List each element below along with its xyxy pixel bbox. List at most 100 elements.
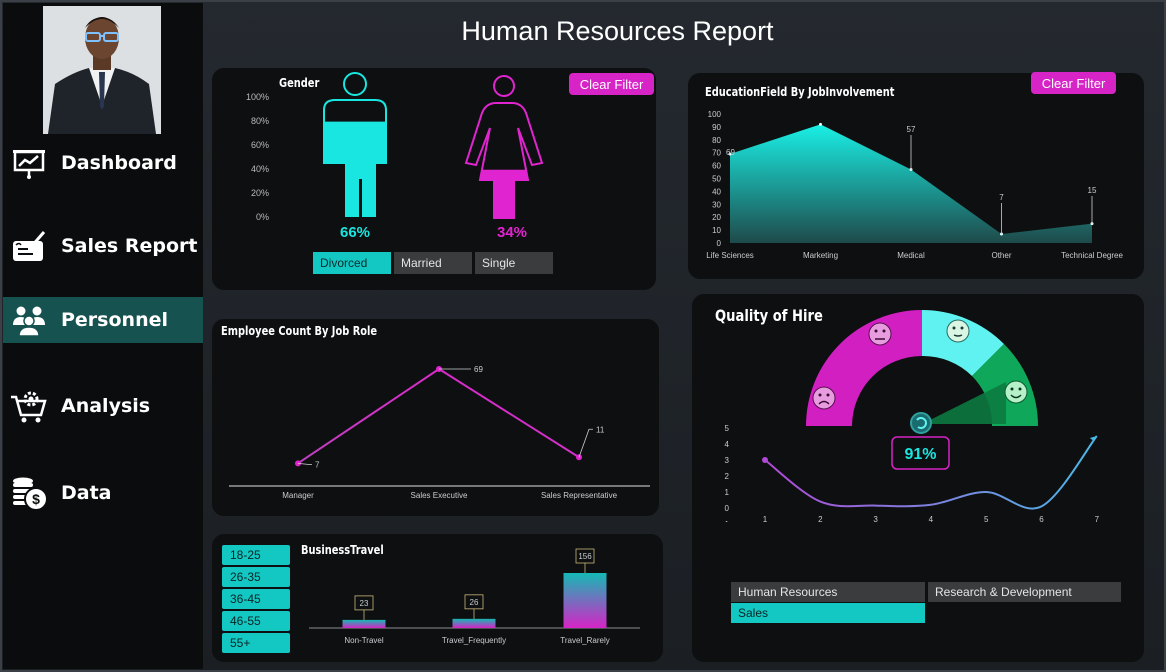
sidebar-item-label: Dashboard [61,152,177,174]
x-tick: Technical Degree [1061,251,1123,260]
sidebar: Dashboard Sales Report Personnel Analysi… [3,3,203,669]
data-point [762,457,768,463]
slight-smile-face-icon [946,319,970,343]
contract-sign-icon [9,226,49,266]
male-figure-icon [323,72,387,217]
gauge-needle [922,382,1006,424]
y-tick: 5 [725,424,730,433]
x-tick: Non-Travel [344,636,383,645]
jobrole-line-chart: 7 Manager 69 Sales Executive 11 Sales Represe… [229,365,650,500]
people-group-icon [9,300,49,340]
data-label: 57 [907,125,916,134]
happy-face-icon [1004,380,1028,404]
data-label: 26 [470,598,479,607]
y-tick: 2 [725,472,730,481]
y-tick: 30 [712,200,721,209]
data-label: 11 [596,425,605,434]
y-tick: 0% [256,212,269,222]
sidebar-item-sales-report[interactable]: Sales Report [3,223,203,269]
y-tick: -1 [722,520,730,522]
y-tick: 0 [717,239,722,248]
male-percent: 66% [340,224,370,241]
y-tick: 20 [712,213,721,222]
jobrole-card: Employee Count By Job Role 7 Manager 69 Sal… [212,319,659,516]
y-tick: 0 [725,504,730,513]
y-tick: 20% [251,188,269,198]
x-tick: 2 [818,515,823,522]
x-tick: 3 [873,515,878,522]
quality-line [764,435,1098,510]
chart-board-icon [9,143,49,183]
x-tick: Travel_Frequently [442,636,506,645]
y-tick: 4 [725,440,730,449]
data-label: 7 [999,193,1004,202]
data-label: 156 [578,552,592,561]
education-area-chart: 0 10 20 30 40 50 60 70 80 90 100 69 Life Sciences Mar… [706,110,1123,260]
x-tick: Manager [282,491,314,500]
female-figure-icon [464,75,544,219]
bar [563,573,607,628]
dept-filter-sales[interactable]: Sales [731,603,925,623]
y-tick: 60 [712,162,721,171]
age-filter-26-35[interactable]: 26-35 [222,567,290,587]
x-tick: 4 [929,515,934,522]
female-percent: 34% [497,224,527,241]
y-tick: 40 [712,187,721,196]
y-tick: 80% [251,116,269,126]
age-filter-46-55[interactable]: 46-55 [222,611,290,631]
age-filter-18-25[interactable]: 18-25 [222,545,290,565]
gender-y-axis: 100% 80% 60% 40% 20% 0% [246,92,269,222]
data-label-leader [578,428,593,458]
sidebar-item-data[interactable]: $ Data [3,470,203,516]
coins-dollar-icon: $ [9,473,49,513]
sidebar-item-label: Personnel [61,309,168,331]
bar [452,618,496,628]
data-label: 69 [726,148,735,157]
sidebar-item-personnel[interactable]: Personnel [3,297,203,343]
dept-filter-human-resources[interactable]: Human Resources [731,582,925,602]
female-fill-bar [466,169,542,218]
quality-line-chart: 5 4 3 2 1 0 -1 1 2 3 4 5 6 7 [722,424,1100,522]
sad-face-icon [812,386,836,410]
svg-text:$: $ [32,491,40,507]
dept-filter-research-development[interactable]: Research & Development [928,582,1121,602]
y-tick: 70 [712,149,721,158]
bar [342,619,386,628]
y-tick: 10 [712,226,721,235]
x-tick: Life Sciences [706,251,754,260]
gender-card: Gender Clear Filter 100% 80% 60% 40% 20%… [212,68,656,290]
cart-gear-icon [9,386,49,426]
x-tick: 1 [763,515,768,522]
sidebar-item-analysis[interactable]: Analysis [3,383,203,429]
jobrole-line [297,367,580,465]
data-label: 7 [315,460,320,469]
education-card: EducationField By JobInvolvement Clear F… [688,72,1144,279]
marital-filter-divorced[interactable]: Divorced [313,252,391,274]
data-point [819,122,822,126]
x-tick: 5 [984,515,989,522]
x-tick: 7 [1095,515,1100,522]
sidebar-item-label: Analysis [61,395,151,417]
sidebar-item-dashboard[interactable]: Dashboard [3,140,203,186]
data-label: 69 [474,365,483,374]
marital-filter-married[interactable]: Married [394,252,472,274]
y-tick: 40% [251,164,269,174]
neutral-face-icon [868,322,892,346]
age-filter-36-45[interactable]: 36-45 [222,589,290,609]
quality-card: Quality of Hire 91% 5 4 3 2 1 0 1 2 3 4 … [692,294,1144,662]
y-tick: 50 [712,175,721,184]
x-tick: Marketing [803,251,838,260]
y-tick: 90 [712,123,721,132]
marital-filter-single[interactable]: Single [475,252,553,274]
x-tick: Travel_Rarely [560,636,610,645]
y-tick: 3 [725,456,730,465]
data-label: 23 [360,599,369,608]
y-tick: 100% [246,92,269,102]
sidebar-item-label: Sales Report [61,235,198,257]
y-tick: 1 [725,488,730,497]
y-tick: 80 [712,136,721,145]
age-filter-55-plus[interactable]: 55+ [222,633,290,653]
y-tick: 100 [708,110,722,119]
x-tick: Sales Representative [541,491,618,500]
sidebar-item-label: Data [61,482,112,504]
